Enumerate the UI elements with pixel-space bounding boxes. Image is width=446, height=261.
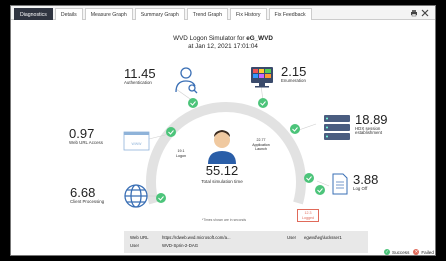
logon-value: 19.1	[177, 149, 185, 153]
user-label-1: User	[130, 243, 140, 248]
hdx-session-value: 18.89	[355, 112, 388, 127]
legend: ✓ Success ✕ Failed	[384, 249, 434, 255]
logged-off-badge: 12.3 Logged	[297, 209, 319, 222]
check-app-launch-icon	[304, 173, 314, 183]
web-url-label: Web URL	[130, 235, 149, 240]
units-note: *Times shown are in seconds	[201, 218, 247, 222]
check-client-processing-icon	[156, 193, 166, 203]
logged-label: Logged	[302, 215, 314, 220]
server-icon	[324, 115, 350, 140]
enumeration-icon	[251, 67, 273, 88]
logged-value: 12.3	[304, 211, 312, 215]
session-info-panel: Web URL https://rdweb.wvd.microsoft.com/…	[124, 231, 368, 253]
app-launch-label: Application Launch	[252, 142, 270, 152]
web-url-value: https://rdweb.wvd.microsoft.com/a...	[162, 235, 231, 240]
log-off-value: 3.88	[353, 172, 379, 187]
failed-icon: ✕	[413, 249, 420, 255]
metric-client-processing: 6.68 Client Processing	[70, 186, 104, 204]
app-launch-summary: 22.77 Application Launch	[246, 138, 276, 152]
authentication-icon	[175, 67, 198, 94]
user-value-2: egwvd\eg\lucksser1	[304, 235, 342, 240]
metric-log-off: 3.88 Log Off	[353, 173, 378, 191]
client-processing-value: 6.68	[70, 185, 96, 200]
app-launch-value: 22.77	[256, 138, 266, 142]
metric-authentication: 11.45 Authentication	[124, 67, 156, 85]
check-enumeration-icon	[258, 98, 268, 108]
client-processing-label: Client Processing	[70, 199, 105, 204]
log-off-icon	[332, 173, 348, 195]
metric-hdx-session: 18.89 HDX session establishment	[355, 113, 407, 136]
success-icon: ✓	[384, 249, 390, 255]
check-authentication-icon	[188, 98, 198, 108]
web-url-icon: WWW	[123, 131, 150, 151]
web-url-access-value: 0.97	[69, 126, 95, 141]
svg-text:WWW: WWW	[132, 142, 143, 146]
check-hdx-icon	[290, 124, 300, 134]
metric-enumeration: 2.15 Enumeration	[281, 65, 306, 83]
log-off-label: Log Off	[353, 186, 368, 191]
web-url-access-label: Web URL Access	[69, 140, 103, 145]
authentication-label: Authentication	[124, 80, 152, 85]
authentication-value: 11.45	[124, 66, 156, 81]
metric-web-url-access: 0.97 Web URL Access	[69, 127, 103, 145]
total-time-value: 55.12	[205, 163, 239, 178]
globe-icon	[124, 184, 148, 208]
user-avatar-icon	[208, 130, 236, 164]
check-web-url-icon	[166, 127, 176, 137]
enumeration-label: Enumeration	[281, 78, 306, 83]
logon-summary: 19.1 Logon	[171, 149, 191, 158]
enumeration-value: 2.15	[281, 64, 307, 79]
total-time-label: Total simulation time	[201, 179, 243, 184]
legend-success-label: Success	[392, 249, 410, 255]
user-value-1: WVD-Sprin-2-DAG	[162, 243, 199, 248]
diagnostics-panel: Diagnostics Details Measure Graph Summar…	[10, 5, 436, 256]
check-log-off-icon	[315, 185, 325, 195]
logon-label: Logon	[176, 153, 186, 158]
legend-failed-label: Failed	[421, 249, 434, 255]
hdx-session-label: HDX session establishment	[355, 126, 383, 136]
user-label-2: User	[287, 235, 297, 240]
